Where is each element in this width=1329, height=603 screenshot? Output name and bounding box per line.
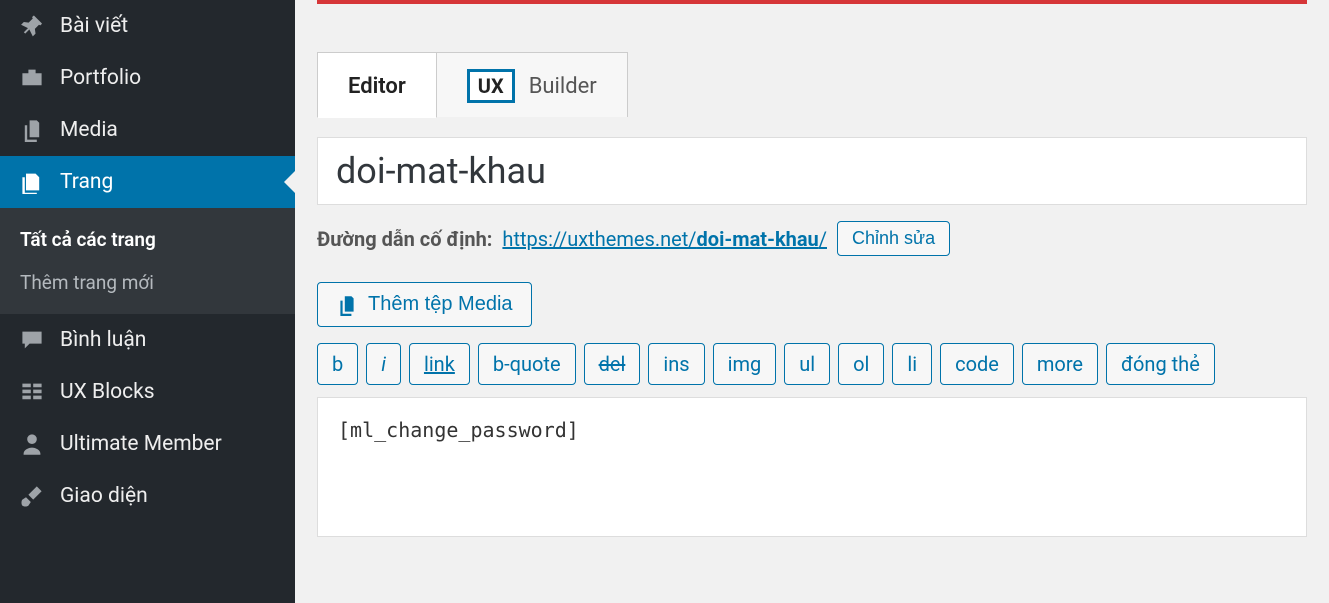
comment-icon xyxy=(18,328,46,352)
permalink-row: Đường dẫn cố định: https://uxthemes.net/… xyxy=(317,221,1307,256)
admin-sidebar: Bài viết Portfolio Media Trang Tất cả cá… xyxy=(0,0,295,603)
qt-bold[interactable]: b xyxy=(317,343,358,385)
qt-more[interactable]: more xyxy=(1022,343,1098,385)
sidebar-item-media[interactable]: Media xyxy=(0,104,295,156)
pin-icon xyxy=(18,14,46,38)
add-media-button[interactable]: Thêm tệp Media xyxy=(317,282,532,327)
blocks-icon xyxy=(18,380,46,404)
sidebar-item-comments[interactable]: Bình luận xyxy=(0,314,295,366)
sidebar-label: Bài viết xyxy=(60,14,128,38)
qt-ol[interactable]: ol xyxy=(838,343,884,385)
qt-code[interactable]: code xyxy=(940,343,1014,385)
sidebar-label: Ultimate Member xyxy=(60,432,222,456)
red-bar xyxy=(317,0,1307,4)
permalink-link[interactable]: https://uxthemes.net/doi-mat-khau/ xyxy=(502,227,827,251)
sidebar-label: Giao diện xyxy=(60,484,148,508)
add-media-label: Thêm tệp Media xyxy=(368,293,513,316)
qt-img[interactable]: img xyxy=(713,343,777,385)
briefcase-icon xyxy=(18,66,46,90)
ux-badge: UX xyxy=(467,69,515,103)
media-icon xyxy=(18,118,46,142)
main-content: Editor UX Builder Đường dẫn cố định: htt… xyxy=(295,0,1329,603)
sidebar-label: Portfolio xyxy=(60,66,141,90)
qt-li[interactable]: li xyxy=(892,343,932,385)
permalink-edit-button[interactable]: Chỉnh sửa xyxy=(837,221,950,256)
tab-builder-label: Builder xyxy=(529,74,597,99)
brush-icon xyxy=(18,484,46,508)
qt-ul[interactable]: ul xyxy=(784,343,830,385)
qt-del[interactable]: del xyxy=(584,343,641,385)
tab-editor[interactable]: Editor xyxy=(317,52,437,118)
qt-ins[interactable]: ins xyxy=(648,343,704,385)
editor-tabs: Editor UX Builder xyxy=(317,52,1307,117)
sidebar-item-uxblocks[interactable]: UX Blocks xyxy=(0,366,295,418)
sidebar-label: UX Blocks xyxy=(60,380,155,404)
sidebar-sub-add-new[interactable]: Thêm trang mới xyxy=(0,261,295,304)
qt-link[interactable]: link xyxy=(409,343,470,385)
sidebar-item-appearance[interactable]: Giao diện xyxy=(0,470,295,522)
page-title-input[interactable] xyxy=(336,150,1288,192)
qt-close-tags[interactable]: đóng thẻ xyxy=(1106,343,1215,385)
title-wrap xyxy=(317,137,1307,205)
qt-italic[interactable]: i xyxy=(366,343,401,385)
qt-bquote[interactable]: b-quote xyxy=(478,343,576,385)
sidebar-item-posts[interactable]: Bài viết xyxy=(0,0,295,52)
sidebar-sub-all-pages[interactable]: Tất cả các trang xyxy=(0,218,295,261)
pages-icon xyxy=(18,170,46,194)
sidebar-item-pages[interactable]: Trang xyxy=(0,156,295,208)
tab-ux-builder[interactable]: UX Builder xyxy=(436,52,628,117)
sidebar-item-ultimatemember[interactable]: Ultimate Member xyxy=(0,418,295,470)
content-editor[interactable] xyxy=(317,397,1307,537)
sidebar-label: Trang xyxy=(60,170,113,194)
quicktags-toolbar: b i link b-quote del ins img ul ol li co… xyxy=(317,343,1307,385)
permalink-label: Đường dẫn cố định: xyxy=(317,227,492,251)
user-icon xyxy=(18,432,46,456)
sidebar-submenu: Tất cả các trang Thêm trang mới xyxy=(0,208,295,314)
sidebar-label: Bình luận xyxy=(60,328,146,352)
sidebar-item-portfolio[interactable]: Portfolio xyxy=(0,52,295,104)
media-icon xyxy=(336,294,358,316)
sidebar-label: Media xyxy=(60,118,118,142)
